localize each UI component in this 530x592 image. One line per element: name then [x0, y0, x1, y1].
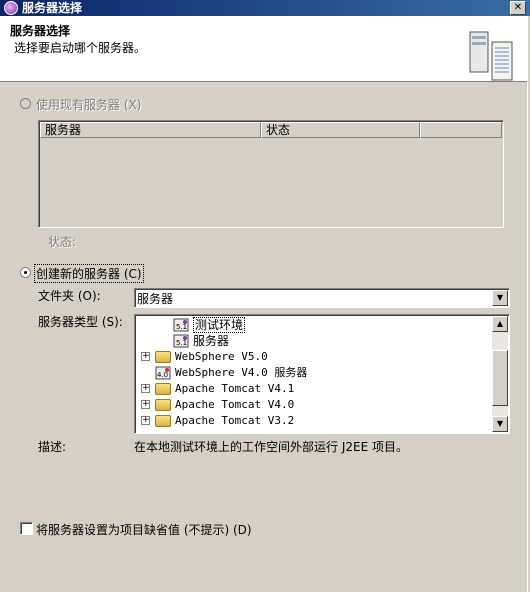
- server-4.0-icon: 4.0: [155, 366, 171, 380]
- server-tower-icon: [469, 31, 513, 81]
- page-title: 服务器选择: [10, 24, 71, 38]
- column-header-status[interactable]: 状态: [261, 122, 420, 138]
- folder-label: 文件夹 (O):: [38, 289, 101, 303]
- scroll-down-icon[interactable]: ▼: [492, 416, 508, 432]
- description-value: 在本地测试环境上的工作空间外部运行 J2EE 项目。: [134, 440, 408, 454]
- tree-label: Apache Tomcat V4.1: [175, 382, 295, 395]
- folder-icon: [155, 351, 171, 363]
- svg-text:5.1: 5.1: [176, 323, 187, 331]
- page-description: 选择要启动哪个服务器。: [14, 41, 147, 55]
- window-title: 服务器选择: [22, 1, 83, 15]
- server-type-tree[interactable]: 5.1 测试环境 5.1 服务器 + WebSphere V5.0 4.0 We…: [134, 314, 510, 434]
- expand-icon[interactable]: +: [141, 384, 150, 393]
- folder-icon: [155, 383, 171, 395]
- tree-label: Apache Tomcat V4.0: [175, 398, 295, 411]
- folder-icon: [155, 399, 171, 411]
- existing-server-radio[interactable]: [20, 98, 31, 109]
- svg-text:4.0: 4.0: [157, 371, 168, 379]
- folder-combo[interactable]: 服务器 ▼: [134, 288, 510, 308]
- servers-table[interactable]: 服务器 状态: [38, 120, 504, 228]
- folder-icon: [155, 415, 171, 427]
- expand-icon[interactable]: +: [141, 416, 150, 425]
- server-5.1-icon: 5.1: [173, 334, 189, 348]
- server-5.1-icon: 5.1: [173, 318, 189, 332]
- column-header-blank[interactable]: [420, 122, 502, 138]
- tree-scrollbar[interactable]: ▲ ▼: [492, 316, 508, 432]
- app-icon: [4, 1, 18, 15]
- status-label: 状态:: [48, 235, 77, 249]
- expand-icon[interactable]: +: [141, 400, 150, 409]
- server-type-label: 服务器类型 (S):: [38, 315, 123, 329]
- wizard-header: 服务器选择 选择要启动哪个服务器。: [0, 16, 530, 82]
- create-server-radio[interactable]: [20, 267, 31, 278]
- tree-label: WebSphere V5.0: [175, 350, 268, 363]
- column-header-server[interactable]: 服务器: [40, 122, 261, 138]
- tree-label: 测试环境: [193, 317, 246, 333]
- svg-text:5.1: 5.1: [176, 339, 187, 347]
- set-default-checkbox[interactable]: [20, 522, 33, 535]
- scroll-up-icon[interactable]: ▲: [492, 316, 508, 332]
- folder-value: 服务器: [137, 292, 174, 306]
- close-button[interactable]: ✕: [510, 1, 526, 15]
- chevron-down-icon[interactable]: ▼: [492, 290, 508, 306]
- set-default-label: 将服务器设置为项目缺省值 (不提示) (D): [36, 523, 252, 537]
- existing-server-label: 使用现有服务器 (X): [36, 98, 142, 112]
- tree-label: Apache Tomcat V3.2: [175, 414, 295, 427]
- title-bar[interactable]: 服务器选择 ✕: [0, 0, 530, 16]
- tree-label: 服务器: [193, 334, 230, 348]
- create-server-label: 创建新的服务器 (C): [34, 264, 144, 283]
- tree-label: WebSphere V4.0 服务器: [175, 366, 308, 379]
- scroll-thumb[interactable]: [492, 350, 508, 406]
- expand-icon[interactable]: +: [141, 352, 150, 361]
- description-label: 描述:: [38, 440, 67, 454]
